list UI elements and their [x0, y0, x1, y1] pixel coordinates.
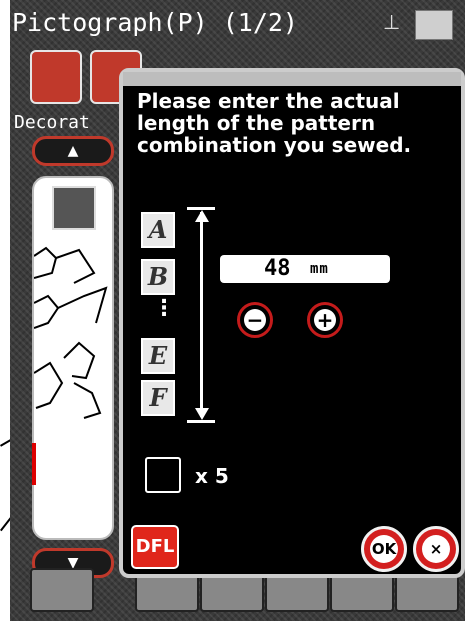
- length-value: 48: [264, 256, 291, 281]
- repeat-checkbox[interactable]: [145, 457, 181, 493]
- length-adjust-dialog: Please enter the actual length of the pa…: [119, 68, 465, 578]
- ok-label: OK: [370, 535, 398, 563]
- stitch-mode-button[interactable]: [30, 50, 82, 104]
- chevron-up-icon: ▲: [67, 143, 79, 159]
- prompt-line: combination you sewed.: [137, 133, 412, 157]
- length-input[interactable]: 48 mm: [220, 255, 390, 283]
- length-ruler: [200, 212, 203, 417]
- pattern-f-icon: F: [141, 380, 175, 416]
- dialog-prompt: Please enter the actual length of the pa…: [137, 90, 457, 156]
- close-icon: ×: [422, 535, 450, 563]
- page-title: Pictograph(P) (1/2): [12, 8, 298, 37]
- foot-indicator-button[interactable]: [30, 568, 94, 612]
- cancel-button[interactable]: ×: [413, 526, 459, 572]
- length-unit: mm: [310, 261, 329, 277]
- pattern-b-icon: B: [141, 259, 175, 295]
- scroll-up-button[interactable]: ▲: [32, 136, 114, 166]
- prompt-line: Please enter the actual: [137, 89, 400, 113]
- status-area: ⊥: [383, 8, 453, 40]
- decrease-button[interactable]: −: [237, 302, 273, 338]
- ok-button[interactable]: OK: [361, 526, 407, 572]
- presser-foot-icon: ⊥: [383, 10, 401, 34]
- plus-icon: +: [314, 309, 336, 331]
- minus-icon: −: [244, 309, 266, 331]
- pattern-a-icon: A: [141, 212, 175, 248]
- ruler-bottom-tick: [187, 420, 215, 423]
- ellipsis-icon: ⋮: [153, 296, 175, 321]
- pattern-e-icon: E: [141, 338, 175, 374]
- arrow-down-icon: [195, 408, 209, 420]
- needle-mode-icon: [415, 10, 453, 40]
- progress-marker: [32, 443, 36, 485]
- pictograph-drawing: [34, 246, 108, 419]
- repeat-label: x 5: [195, 464, 229, 488]
- category-label: Decorat: [14, 112, 90, 133]
- pattern-preview: [32, 176, 114, 540]
- increase-button[interactable]: +: [307, 302, 343, 338]
- default-button[interactable]: DFL: [131, 525, 179, 569]
- prompt-line: length of the pattern: [137, 111, 376, 135]
- dialog-title-bar: [123, 72, 461, 86]
